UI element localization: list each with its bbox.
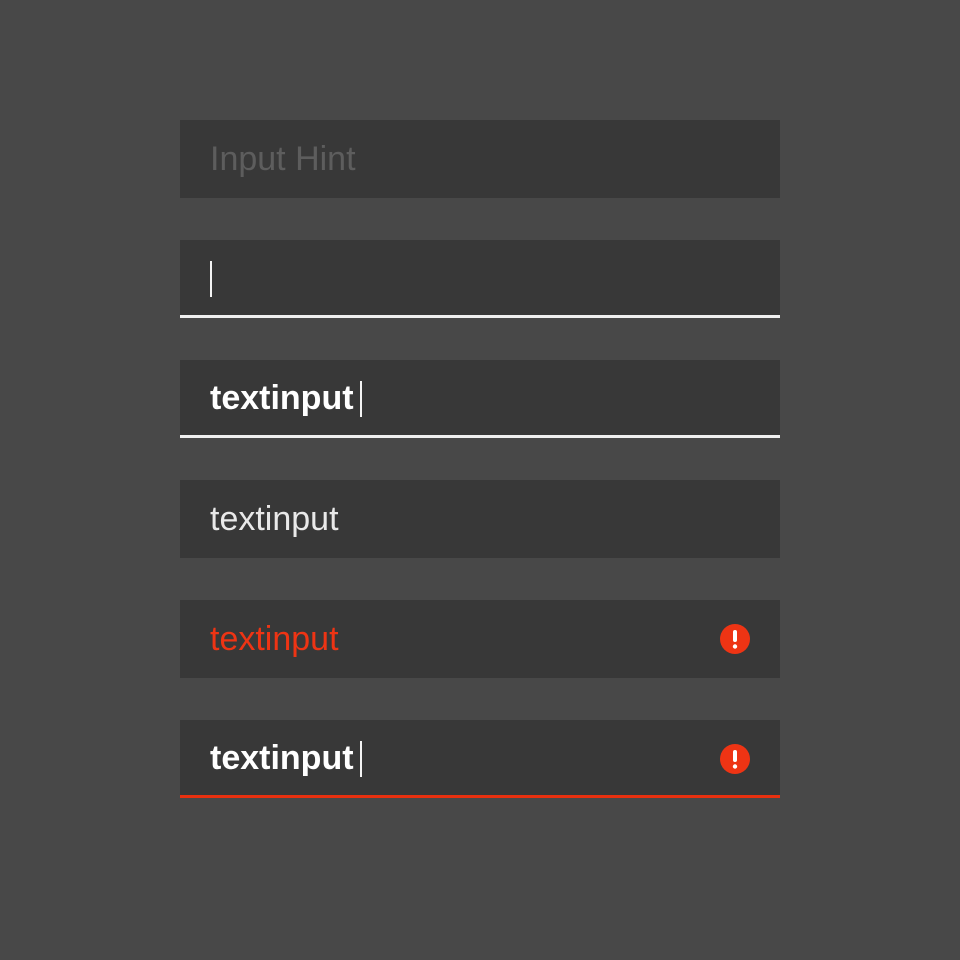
text-input-error[interactable]: textinput	[180, 600, 780, 678]
error-exclamation-icon	[720, 744, 750, 774]
input-content: textinput	[210, 721, 362, 796]
text-input-hint[interactable]: Input Hint	[180, 120, 780, 198]
text-input-filled[interactable]: textinput	[180, 480, 780, 558]
text-input-focused-empty[interactable]	[180, 240, 780, 318]
input-value: textinput	[210, 739, 354, 777]
text-caret	[359, 380, 362, 417]
input-hint-placeholder: Input Hint	[210, 140, 356, 178]
text-input-focused-filled[interactable]: textinput	[180, 360, 780, 438]
text-caret	[359, 740, 362, 777]
input-value: textinput	[210, 379, 354, 417]
text-input-error-focused[interactable]: textinput	[180, 720, 780, 798]
input-value: textinput	[210, 500, 339, 538]
error-exclamation-icon	[720, 624, 750, 654]
input-content: textinput	[210, 361, 362, 436]
input-value: textinput	[210, 620, 339, 658]
input-content	[210, 241, 212, 316]
text-caret	[210, 260, 212, 297]
